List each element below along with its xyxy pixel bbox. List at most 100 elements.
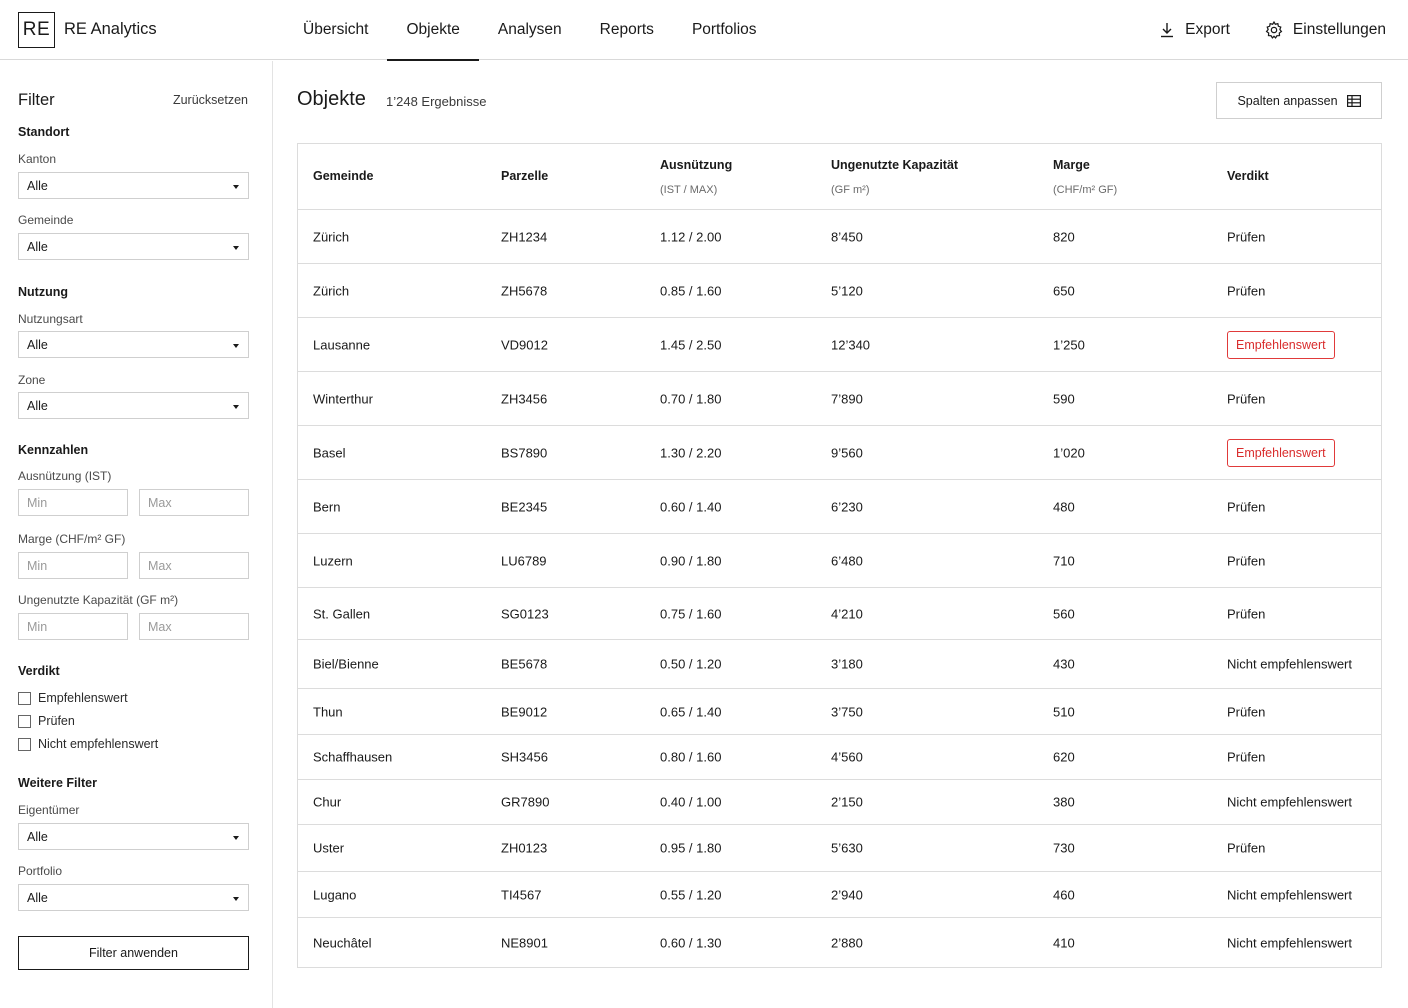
app-name[interactable]: RE Analytics xyxy=(64,20,157,39)
cell-marge: 1’250 xyxy=(1053,337,1085,352)
zone-select[interactable]: Alle xyxy=(18,392,249,419)
section-kennzahlen: Kennzahlen xyxy=(18,443,89,457)
eigentuemer-select[interactable]: Alle xyxy=(18,823,249,850)
export-button[interactable]: Export xyxy=(1158,21,1230,39)
verdikt-pruefen-checkbox[interactable]: Prüfen xyxy=(18,714,75,728)
caret-down-icon xyxy=(233,836,239,840)
cell-verdikt: Nicht empfehlenswert xyxy=(1227,656,1352,672)
cell-gemeinde: Bern xyxy=(313,499,341,514)
cell-marge: 650 xyxy=(1053,283,1075,298)
kapazitaet-max-input[interactable] xyxy=(139,613,249,640)
header-parzelle[interactable]: Parzelle xyxy=(501,169,548,183)
cell-ausnuetzung: 0.95 / 1.80 xyxy=(660,840,722,856)
header-ausnuetzung[interactable]: Ausnützung xyxy=(660,158,732,172)
zone-value: Alle xyxy=(27,398,48,413)
filter-sidebar: Filter Zurücksetzen Standort Kanton Alle… xyxy=(0,61,273,1008)
nutzungsart-value: Alle xyxy=(27,337,48,352)
tab-objekte[interactable]: Objekte xyxy=(387,0,480,61)
header-marge[interactable]: Marge xyxy=(1053,158,1090,172)
header-kapazitaet-unit: (GF m²) xyxy=(831,184,870,196)
verdikt-empfehlenswert-checkbox[interactable]: Empfehlenswert xyxy=(18,691,128,705)
cell-gemeinde: Lugano xyxy=(313,887,357,902)
cell-marge: 460 xyxy=(1053,887,1075,902)
table-row[interactable]: Neuchâtel NE8901 0.60 / 1.30 2’880 410 N… xyxy=(298,918,1381,967)
table-row[interactable]: Basel BS7890 1.30 / 2.20 9’560 1’020 Emp… xyxy=(298,426,1381,480)
table-row[interactable]: Winterthur ZH3456 0.70 / 1.80 7’890 590 … xyxy=(298,372,1381,426)
main-nav: Übersicht Objekte Analysen Reports Portf… xyxy=(284,0,776,61)
verdikt-badge-empfehlenswert: Empfehlenswert xyxy=(1227,330,1335,359)
table-row[interactable]: Chur GR7890 0.40 / 1.00 2’150 380 Nicht … xyxy=(298,780,1381,825)
table-row[interactable]: Zürich ZH1234 1.12 / 2.00 8’450 820 Prüf… xyxy=(298,210,1381,264)
checkbox-label: Nicht empfehlenswert xyxy=(38,737,159,751)
cell-kapazitaet: 3’750 xyxy=(831,704,863,719)
cell-gemeinde: Schaffhausen xyxy=(313,749,393,765)
verdikt-badge-empfehlenswert: Empfehlenswert xyxy=(1227,438,1335,467)
adjust-columns-button[interactable]: Spalten anpassen xyxy=(1216,82,1382,119)
cell-ausnuetzung: 0.60 / 1.40 xyxy=(660,499,722,514)
caret-down-icon xyxy=(233,405,239,409)
tab-analysen[interactable]: Analysen xyxy=(479,0,581,60)
reset-filters-link[interactable]: Zurücksetzen xyxy=(173,93,248,107)
table-row[interactable]: Luzern LU6789 0.90 / 1.80 6’480 710 Prüf… xyxy=(298,534,1381,588)
kapazitaet-min-input[interactable] xyxy=(18,613,128,640)
checkbox[interactable] xyxy=(18,691,31,705)
table-row[interactable]: Lausanne VD9012 1.45 / 2.50 12’340 1’250… xyxy=(298,318,1381,372)
cell-verdikt: Prüfen xyxy=(1227,283,1266,298)
cell-kapazitaet: 5’120 xyxy=(831,283,863,298)
table-row[interactable]: Schaffhausen SH3456 0.80 / 1.60 4’560 62… xyxy=(298,735,1381,780)
cell-kapazitaet: 8’450 xyxy=(831,229,863,244)
cell-parzelle: SH3456 xyxy=(501,749,548,765)
tab-portfolios[interactable]: Portfolios xyxy=(673,0,776,60)
table-row[interactable]: Biel/Bienne BE5678 0.50 / 1.20 3’180 430… xyxy=(298,640,1381,689)
header-gemeinde[interactable]: Gemeinde xyxy=(313,169,373,183)
cell-verdikt: Nicht empfehlenswert xyxy=(1227,887,1352,902)
settings-button[interactable]: Einstellungen xyxy=(1264,20,1386,40)
gemeinde-select[interactable]: Alle xyxy=(18,233,249,260)
ausnuetzung-max-input[interactable] xyxy=(139,489,249,516)
tab-uebersicht[interactable]: Übersicht xyxy=(284,0,387,60)
nutzungsart-label: Nutzungsart xyxy=(18,312,83,326)
cell-ausnuetzung: 0.55 / 1.20 xyxy=(660,887,722,902)
cell-verdikt: Nicht empfehlenswert xyxy=(1227,794,1352,810)
table-row[interactable]: Zürich ZH5678 0.85 / 1.60 5’120 650 Prüf… xyxy=(298,264,1381,318)
app-logo[interactable]: RE xyxy=(18,12,55,48)
ausnuetzung-min-input[interactable] xyxy=(18,489,128,516)
cell-verdikt: Prüfen xyxy=(1227,499,1266,514)
checkbox[interactable] xyxy=(18,737,31,751)
checkbox[interactable] xyxy=(18,714,31,728)
marge-max-input[interactable] xyxy=(139,552,249,579)
portfolio-select[interactable]: Alle xyxy=(18,884,249,911)
cell-ausnuetzung: 0.90 / 1.80 xyxy=(660,553,722,568)
cell-ausnuetzung: 1.12 / 2.00 xyxy=(660,229,722,244)
tab-reports[interactable]: Reports xyxy=(581,0,673,60)
table-row[interactable]: Uster ZH0123 0.95 / 1.80 5’630 730 Prüfe… xyxy=(298,825,1381,872)
caret-down-icon xyxy=(233,344,239,348)
table-row[interactable]: Bern BE2345 0.60 / 1.40 6’230 480 Prüfen xyxy=(298,480,1381,534)
cell-kapazitaet: 5’630 xyxy=(831,840,863,856)
cell-marge: 590 xyxy=(1053,391,1075,406)
cell-kapazitaet: 3’180 xyxy=(831,656,863,672)
table-row[interactable]: St. Gallen SG0123 0.75 / 1.60 4’210 560 … xyxy=(298,588,1381,640)
table-row[interactable]: Lugano TI4567 0.55 / 1.20 2’940 460 Nich… xyxy=(298,872,1381,918)
cell-kapazitaet: 4’560 xyxy=(831,749,863,765)
header-kapazitaet[interactable]: Ungenutzte Kapazität xyxy=(831,158,958,172)
apply-filters-button[interactable]: Filter anwenden xyxy=(18,936,249,970)
settings-label: Einstellungen xyxy=(1292,21,1386,38)
cell-gemeinde: St. Gallen xyxy=(313,606,371,621)
page-title: Objekte xyxy=(297,88,366,110)
table-row[interactable]: Thun BE9012 0.65 / 1.40 3’750 510 Prüfen xyxy=(298,689,1381,735)
verdikt-nicht-empfehlenswert-checkbox[interactable]: Nicht empfehlenswert xyxy=(18,737,158,751)
marge-min-input[interactable] xyxy=(18,552,128,579)
cell-gemeinde: Zürich xyxy=(313,283,350,298)
header-verdikt[interactable]: Verdikt xyxy=(1227,169,1269,183)
cell-marge: 620 xyxy=(1053,749,1075,765)
export-label: Export xyxy=(1185,21,1230,38)
cell-gemeinde: Chur xyxy=(313,794,342,810)
objects-table: Gemeinde Parzelle Ausnützung (IST / MAX)… xyxy=(297,143,1382,968)
cell-parzelle: BE5678 xyxy=(501,656,548,672)
kanton-select[interactable]: Alle xyxy=(18,172,249,199)
nutzungsart-select[interactable]: Alle xyxy=(18,331,249,358)
cell-marge: 1’020 xyxy=(1053,445,1085,460)
cell-parzelle: VD9012 xyxy=(501,337,548,352)
cell-gemeinde: Biel/Bienne xyxy=(313,656,379,672)
